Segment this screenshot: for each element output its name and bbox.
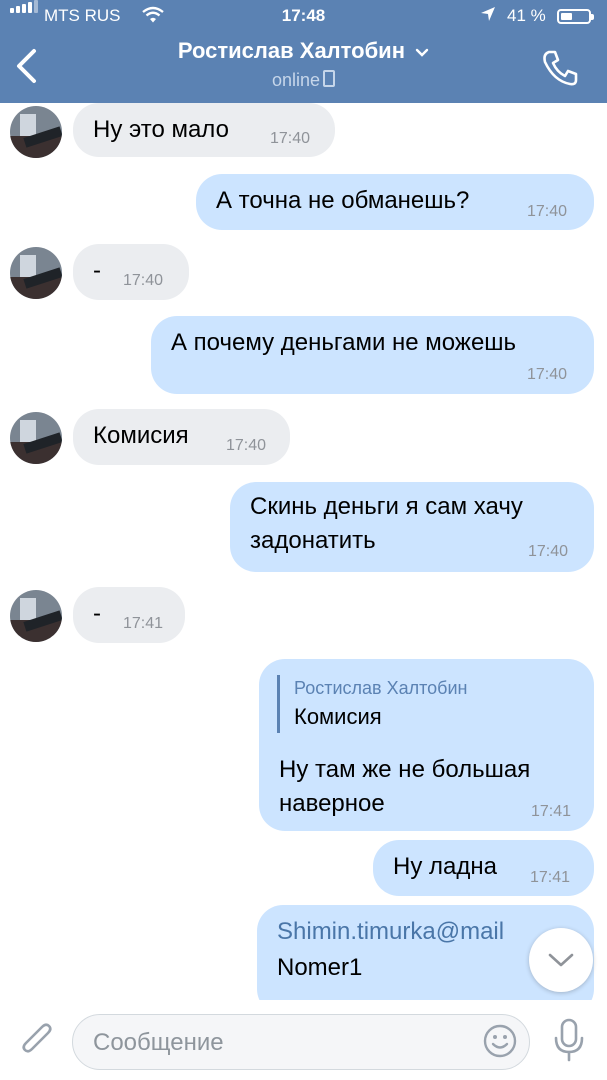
- outgoing-message[interactable]: А почему деньгами не можешь 17:40: [151, 316, 594, 394]
- contact-status: online: [0, 70, 607, 91]
- battery-percentage: 41 %: [507, 6, 546, 25]
- message-text: А точна не обманешь?: [216, 187, 470, 214]
- chevron-down-icon: [415, 38, 429, 64]
- phone-icon: [543, 50, 578, 86]
- chat-header: MTS RUS 17:48 41 % Ростислав Халтобин on…: [0, 0, 607, 103]
- outgoing-message[interactable]: А точна не обманешь? 17:40: [196, 174, 594, 230]
- chevron-down-icon: [548, 953, 574, 967]
- avatar[interactable]: [10, 590, 62, 642]
- incoming-message[interactable]: Комисия 17:40: [73, 409, 290, 465]
- message-text: -: [93, 600, 101, 627]
- avatar[interactable]: [10, 247, 62, 299]
- message-time: 17:41: [531, 803, 572, 820]
- message-text-line: задонатить: [250, 527, 376, 554]
- message-time: 17:41: [530, 869, 571, 886]
- location-arrow-icon: [480, 6, 496, 27]
- avatar[interactable]: [10, 106, 62, 158]
- outgoing-message-with-reply[interactable]: Ростислав Халтобин Комисия Ну там же не …: [259, 659, 594, 831]
- message-text-line: наверное: [279, 790, 385, 817]
- message-text: Nomer1: [277, 954, 363, 981]
- contact-title[interactable]: Ростислав Халтобин: [0, 38, 607, 64]
- quoted-text: Комисия: [294, 704, 382, 729]
- message-text: А почему деньгами не можешь: [171, 329, 517, 356]
- email-link[interactable]: Shimin.timurka@mail: [277, 915, 504, 949]
- call-button[interactable]: [540, 48, 580, 88]
- battery-icon: [557, 9, 594, 24]
- paperclip-icon: [22, 1023, 52, 1053]
- outgoing-message[interactable]: Ну ладна 17:41: [373, 840, 594, 896]
- message-time: 17:40: [528, 543, 569, 560]
- message-time: 17:41: [123, 615, 164, 632]
- smile-icon: [483, 1024, 517, 1058]
- message-text: Комисия: [93, 422, 189, 449]
- message-text-line: Скинь деньги я сам хачу: [250, 493, 523, 520]
- incoming-message[interactable]: Ну это мало 17:40: [73, 103, 335, 157]
- attach-button[interactable]: [20, 1020, 56, 1060]
- message-composer: Сообщение: [0, 1000, 607, 1080]
- message-input-placeholder: Сообщение: [93, 1029, 224, 1056]
- online-status: online: [271, 70, 321, 90]
- outgoing-message[interactable]: Скинь деньги я сам хачу задонатить 17:40: [230, 482, 594, 572]
- microphone-icon: [554, 1018, 584, 1062]
- message-time: 17:40: [527, 366, 568, 383]
- message-time: 17:40: [226, 437, 267, 454]
- message-time: 17:40: [123, 272, 164, 289]
- emoji-button[interactable]: [483, 1024, 517, 1058]
- status-bar: MTS RUS 17:48 41 %: [0, 0, 607, 34]
- incoming-message[interactable]: - 17:41: [73, 587, 185, 643]
- message-time: 17:40: [527, 203, 568, 220]
- quoted-reply[interactable]: Ростислав Халтобин Комисия: [277, 675, 467, 733]
- message-time: 17:40: [270, 130, 311, 147]
- message-list[interactable]: Ну это мало 17:40 А точна не обманешь? 1…: [0, 103, 607, 1000]
- message-input[interactable]: Сообщение: [72, 1014, 530, 1070]
- message-text-line: Ну там же не большая: [279, 756, 531, 783]
- mobile-device-icon: [323, 70, 336, 87]
- quoted-author: Ростислав Халтобин: [294, 678, 468, 698]
- incoming-message[interactable]: - 17:40: [73, 244, 189, 300]
- message-text: Ну ладна: [393, 853, 497, 880]
- avatar[interactable]: [10, 412, 62, 464]
- voice-message-button[interactable]: [552, 1018, 586, 1064]
- scroll-to-bottom-button[interactable]: [529, 928, 593, 992]
- contact-name: Ростислав Халтобин: [177, 38, 405, 63]
- message-text: -: [93, 257, 101, 284]
- message-text: Ну это мало: [93, 116, 229, 143]
